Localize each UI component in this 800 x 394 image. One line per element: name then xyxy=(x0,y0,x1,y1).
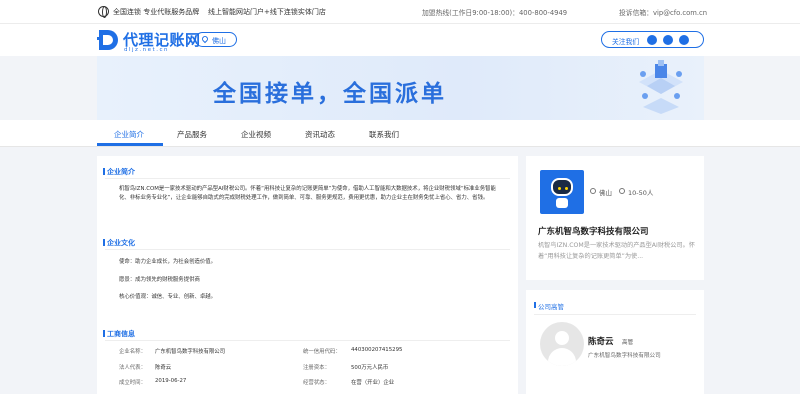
field-label: 注册资本： xyxy=(303,365,330,371)
follow-us-group[interactable]: 关注我们 xyxy=(601,31,704,48)
executive-name[interactable]: 陈奇云 xyxy=(588,335,614,347)
avatar-shoulder xyxy=(548,348,576,366)
tagline-link[interactable]: 线上智能网站门户+线下连锁实体门店 xyxy=(208,7,326,17)
section-title-culture: 企业文化 xyxy=(103,239,135,247)
executives-title: 公司高管 xyxy=(534,302,564,311)
field-value: 陈奇云 xyxy=(155,365,172,371)
field-value: 广东机智鸟数字科技有限公司 xyxy=(155,349,226,355)
robot-head xyxy=(551,178,573,196)
field-label: 法人代表： xyxy=(119,365,146,371)
values-text: 核心价值观：诚信、专业、创新、卓越。 xyxy=(119,294,217,300)
location-pin-icon xyxy=(200,34,210,44)
banner-slogan: 全国接单，全国派单 xyxy=(213,81,447,107)
executive-company: 广东机智鸟数字科技有限公司 xyxy=(588,353,661,359)
logo-icon[interactable] xyxy=(97,28,119,52)
complaint-email[interactable]: 投诉信箱：vip@cfo.com.cn xyxy=(619,7,707,17)
field-label: 成立时间： xyxy=(119,380,146,386)
section-divider xyxy=(534,314,696,315)
robot-eye xyxy=(558,187,561,190)
top-bar: 全国连锁 专业代账服务品牌 线上智能网站门户+线下连锁实体门店 加盟热线(工作日… xyxy=(0,0,800,24)
tab-products[interactable]: 产品服务 xyxy=(177,129,207,140)
tab-news[interactable]: 资讯动态 xyxy=(305,129,335,140)
section-divider xyxy=(105,249,510,250)
section-divider xyxy=(105,178,510,179)
city-label: 佛山 xyxy=(212,37,226,45)
robot-eye xyxy=(565,187,568,190)
field-value: 500万元人民币 xyxy=(351,365,389,371)
avatar xyxy=(540,322,584,366)
profile-size: 10-50人 xyxy=(628,189,654,197)
avatar-head xyxy=(555,331,569,345)
section-title-business: 工商信息 xyxy=(103,330,135,338)
field-label: 经营状态： xyxy=(303,380,330,386)
field-value: 440300207415295 xyxy=(351,347,403,353)
globe-icon xyxy=(98,6,109,18)
slogan-text: 全国连锁 专业代账服务品牌 xyxy=(113,8,200,16)
robot-body xyxy=(556,198,568,208)
tab-intro[interactable]: 企业简介 xyxy=(114,129,144,140)
profile-intro: 机智鸟IZN.COM是一家技术驱动的产品型AI财税公司。怀着“用科技让复杂的记账… xyxy=(538,242,695,260)
profile-company-name[interactable]: 广东机智鸟数字科技有限公司 xyxy=(538,225,649,237)
vision-text: 愿景：成为领先的财税服务提供商 xyxy=(119,277,200,283)
profile-city: 佛山 xyxy=(599,189,612,197)
company-profile-card: 佛山 10-50人 广东机智鸟数字科技有限公司 机智鸟IZN.COM是一家技术驱… xyxy=(526,156,704,280)
tab-videos[interactable]: 企业视频 xyxy=(241,129,271,140)
field-label: 统一信用代码： xyxy=(303,349,341,355)
section-title-intro: 企业简介 xyxy=(103,168,135,176)
site-header: 代理记账网 dljz.net.cn 佛山 关注我们 xyxy=(0,24,800,56)
active-tab-indicator xyxy=(97,143,163,146)
field-value: 2019-06-27 xyxy=(155,378,187,384)
follow-label: 关注我们 xyxy=(612,38,640,46)
mission-text: 使命：助力企业成长，为社会创造价值。 xyxy=(119,259,217,265)
hotline-text: 加盟热线(工作日9:00-18:00)：400-800-4949 xyxy=(422,9,568,17)
field-value: 在营（开业）企业 xyxy=(351,380,395,386)
intro-paragraph: 机智鸟IZN.COM是一家技术驱动的产品型AI财税公司。怀着“用科技让复杂的记账… xyxy=(119,186,496,201)
city-selector[interactable]: 佛山 xyxy=(195,32,237,47)
isometric-network-illustration xyxy=(639,60,683,114)
executives-card: 公司高管 陈奇云 高管 广东机智鸟数字科技有限公司 xyxy=(526,290,704,394)
wechat-icon[interactable] xyxy=(663,35,673,45)
tab-contact[interactable]: 联系我们 xyxy=(369,129,399,140)
location-icon xyxy=(590,188,596,194)
company-detail-card: 企业简介 机智鸟IZN.COM是一家技术驱动的产品型AI财税公司。怀着“用科技让… xyxy=(97,156,518,394)
company-logo-robot xyxy=(540,170,584,214)
section-divider xyxy=(105,340,510,341)
hero-banner[interactable]: 全国接单，全国派单 xyxy=(97,56,704,120)
logo-domain: dljz.net.cn xyxy=(124,47,169,53)
qq-icon[interactable] xyxy=(679,35,689,45)
people-icon xyxy=(619,188,625,194)
field-label: 企业名称： xyxy=(119,349,146,355)
weibo-icon[interactable] xyxy=(647,35,657,45)
executive-role: 高管 xyxy=(622,340,634,346)
